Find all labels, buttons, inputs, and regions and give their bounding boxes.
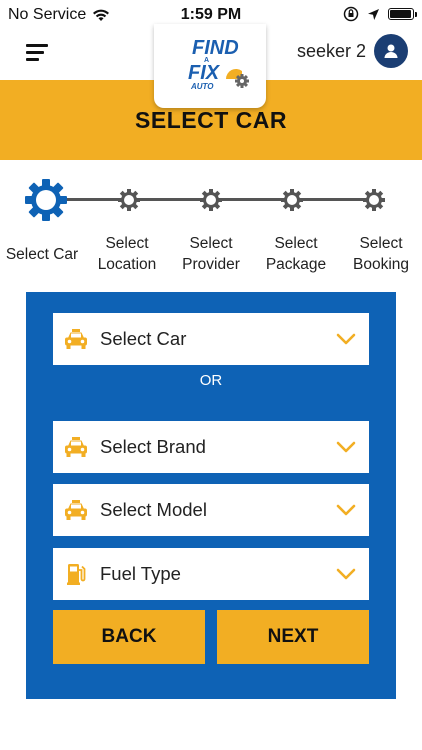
logo-line3: FIX	[188, 62, 221, 84]
app-logo: FIND A FIX AUTO	[154, 24, 266, 108]
username: seeker 2	[296, 40, 366, 61]
user-menu[interactable]: seeker 2	[297, 34, 408, 68]
app-header: FIND A FIX AUTO seeker 2	[0, 24, 422, 108]
step-2-gear-icon	[118, 189, 140, 211]
chevron-down-icon	[335, 563, 357, 585]
or-separator: OR	[199, 372, 223, 389]
chevron-down-icon	[335, 499, 357, 521]
status-right	[343, 6, 417, 22]
step-1-label-text: Select Car	[5, 246, 79, 263]
progress-stepper: Select Car Select Location Select Provid…	[0, 160, 422, 290]
step-4-label: Select Package	[256, 233, 336, 275]
taxi-icon	[63, 326, 89, 352]
logo-gear	[235, 74, 249, 88]
step-5-label: Select Booking	[342, 233, 420, 275]
user-avatar-icon[interactable]	[374, 34, 408, 68]
user-icon	[384, 44, 398, 58]
location-arrow-icon	[368, 8, 379, 20]
hamburger-menu-icon[interactable]	[26, 44, 48, 62]
step-3-label: Select Provider	[172, 233, 250, 275]
fuel-type-dropdown[interactable]: Fuel Type	[53, 548, 369, 600]
car-selection-panel: Select Car OR Select Brand Select Model …	[26, 292, 396, 699]
select-brand-dropdown[interactable]: Select Brand	[53, 421, 369, 473]
step-3-gear-icon	[200, 189, 222, 211]
select-model-dropdown[interactable]: Select Model	[53, 484, 369, 536]
taxi-icon	[63, 497, 89, 523]
step-3-label-line2: Provider	[182, 256, 240, 273]
step-2-label: Select Location	[88, 233, 166, 275]
step-5-label-line2: Booking	[352, 256, 409, 273]
page-title: SELECT CAR	[135, 106, 287, 133]
fuel-type-label: Fuel Type	[100, 563, 181, 584]
battery-icon	[388, 8, 417, 20]
step-2-label-line1: Select	[105, 235, 149, 252]
next-button[interactable]: NEXT	[217, 610, 369, 664]
chevron-down-icon	[335, 436, 357, 458]
step-5-label-line1: Select	[359, 235, 403, 252]
fuel-pump-icon	[63, 561, 89, 587]
step-2-label-line2: Location	[97, 256, 157, 273]
select-model-label: Select Model	[100, 499, 207, 520]
back-button[interactable]: BACK	[53, 610, 205, 664]
find-a-fix-logo: FIND A FIX AUTO	[188, 37, 249, 91]
step-3-label-line1: Select	[189, 235, 233, 252]
step-4-label-line1: Select	[274, 235, 318, 252]
step-1-active-gear-icon	[25, 179, 67, 221]
select-car-label: Select Car	[100, 328, 187, 349]
select-brand-label: Select Brand	[100, 436, 206, 457]
taxi-icon	[63, 434, 89, 460]
chevron-down-icon	[335, 328, 357, 350]
logo-line1: FIND	[192, 37, 239, 59]
step-5-gear-icon	[363, 189, 385, 211]
step-1-label: Select Car	[0, 244, 84, 265]
rotation-lock-icon	[343, 6, 359, 22]
logo-line4: AUTO	[190, 82, 214, 91]
step-4-label-line2: Package	[265, 256, 327, 273]
select-car-dropdown[interactable]: Select Car	[53, 313, 369, 365]
battery-fill	[390, 10, 411, 18]
step-4-gear-icon	[281, 189, 303, 211]
